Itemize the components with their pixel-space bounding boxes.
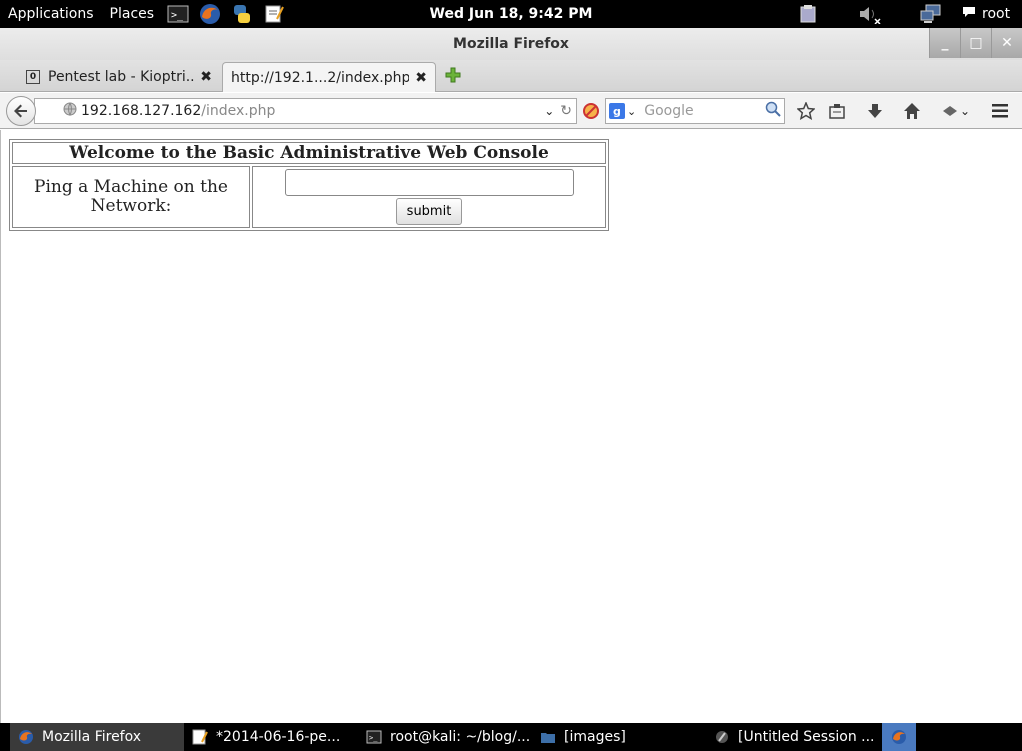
volume-muted-icon[interactable] <box>858 0 882 28</box>
close-tab-icon[interactable]: ✖ <box>415 70 427 86</box>
url-path: /index.php <box>201 103 276 119</box>
url-bar[interactable]: 192.168.127.162/index.php ⌄ ↻ <box>34 98 577 124</box>
ping-label: Ping a Machine on the Network: <box>12 166 250 228</box>
python-icon[interactable] <box>229 1 255 27</box>
text-editor-icon <box>192 729 208 745</box>
maximize-icon: □ <box>969 35 983 51</box>
top-panel: Applications Places >_ Wed Jun 18, 9:42 … <box>0 0 1022 28</box>
clipboard-icon[interactable] <box>798 0 818 28</box>
firefox-icon <box>19 730 33 744</box>
history-dropdown-icon[interactable]: ⌄ <box>544 104 554 118</box>
page-content: Welcome to the Basic Administrative Web … <box>0 130 1022 723</box>
svg-text:g: g <box>613 105 621 118</box>
svg-text:>_: >_ <box>369 734 378 742</box>
bookmarks-menu-icon[interactable] <box>827 101 847 121</box>
ping-form-cell: submit <box>252 166 606 228</box>
back-arrow-icon <box>14 104 27 118</box>
search-input[interactable]: Google <box>644 103 765 119</box>
minimize-button[interactable]: _ <box>929 28 960 58</box>
task-file-manager[interactable]: [images] <box>532 723 702 751</box>
clock-text[interactable]: Wed Jun 18, 9:42 PM <box>430 6 593 22</box>
window-controls: _ □ ✕ <box>929 28 1022 58</box>
network-icon[interactable] <box>920 0 942 28</box>
bookmark-star-icon[interactable] <box>796 101 816 121</box>
workspace-switcher[interactable] <box>882 723 916 751</box>
noscript-icon[interactable] <box>581 101 601 121</box>
close-icon: ✕ <box>1001 35 1013 51</box>
url-host: 192.168.127.162 <box>81 103 202 119</box>
home-icon[interactable] <box>902 101 922 121</box>
submit-button[interactable]: submit <box>396 198 462 225</box>
task-label: *2014-06-16-pe... <box>216 729 341 745</box>
task-label: [images] <box>564 729 626 745</box>
tab-bar: 0 Pentest lab - Kioptri... ✖ http://192.… <box>0 60 1022 92</box>
firefox-icon <box>892 730 906 744</box>
tab-index-php[interactable]: http://192.1...2/index.php ✖ <box>222 62 436 92</box>
task-terminal[interactable]: >_ root@kali: ~/blog/... <box>358 723 530 751</box>
admin-console-table: Welcome to the Basic Administrative Web … <box>9 139 609 231</box>
plus-icon <box>445 67 461 83</box>
task-firefox[interactable]: Mozilla Firefox <box>10 723 184 751</box>
text-editor-icon[interactable] <box>261 1 287 27</box>
terminal-icon[interactable]: >_ <box>165 1 191 27</box>
task-untitled-session[interactable]: [Untitled Session ... <box>706 723 878 751</box>
task-text-editor[interactable]: *2014-06-16-pe... <box>184 723 354 751</box>
tab-favicon: 0 <box>26 70 40 84</box>
addon-toolbar-icon[interactable]: ⌄ <box>938 101 974 121</box>
reload-icon[interactable]: ↻ <box>560 103 572 119</box>
task-label: [Untitled Session ... <box>738 729 875 745</box>
tab-pentest-lab[interactable]: 0 Pentest lab - Kioptri... ✖ <box>18 62 220 92</box>
taskbar: Mozilla Firefox *2014-06-16-pe... >_ roo… <box>0 723 1022 751</box>
app-icon <box>716 731 728 743</box>
task-label: root@kali: ~/blog/... <box>390 729 530 745</box>
places-menu[interactable]: Places <box>102 0 163 28</box>
back-button[interactable] <box>6 96 36 126</box>
globe-icon <box>63 102 77 120</box>
google-engine-icon[interactable]: g ⌄ <box>609 103 636 119</box>
console-title: Welcome to the Basic Administrative Web … <box>12 142 606 164</box>
search-icon[interactable] <box>765 101 781 121</box>
terminal-icon: >_ <box>366 730 382 744</box>
search-bar[interactable]: g ⌄ Google <box>605 98 785 124</box>
svg-text:>_: >_ <box>171 10 184 21</box>
minimize-icon: _ <box>941 35 949 51</box>
chat-icon <box>962 5 976 23</box>
firefox-icon[interactable] <box>197 1 223 27</box>
task-label: Mozilla Firefox <box>42 729 142 745</box>
applications-menu[interactable]: Applications <box>0 0 102 28</box>
new-tab-button[interactable] <box>444 66 462 84</box>
downloads-icon[interactable] <box>865 101 885 121</box>
tab-label: http://192.1...2/index.php <box>231 69 410 86</box>
close-window-button[interactable]: ✕ <box>991 28 1022 58</box>
ping-host-input[interactable] <box>284 169 574 196</box>
navigation-toolbar: 192.168.127.162/index.php ⌄ ↻ g ⌄ Google… <box>0 93 1022 129</box>
window-title: Mozilla Firefox <box>0 28 1022 60</box>
folder-icon <box>541 733 555 743</box>
user-menu[interactable]: root <box>962 0 1010 28</box>
user-name: root <box>982 6 1011 22</box>
maximize-button[interactable]: □ <box>960 28 991 58</box>
tab-label: Pentest lab - Kioptri... <box>48 69 195 85</box>
hamburger-menu-icon[interactable] <box>990 101 1010 121</box>
close-tab-icon[interactable]: ✖ <box>200 69 212 85</box>
